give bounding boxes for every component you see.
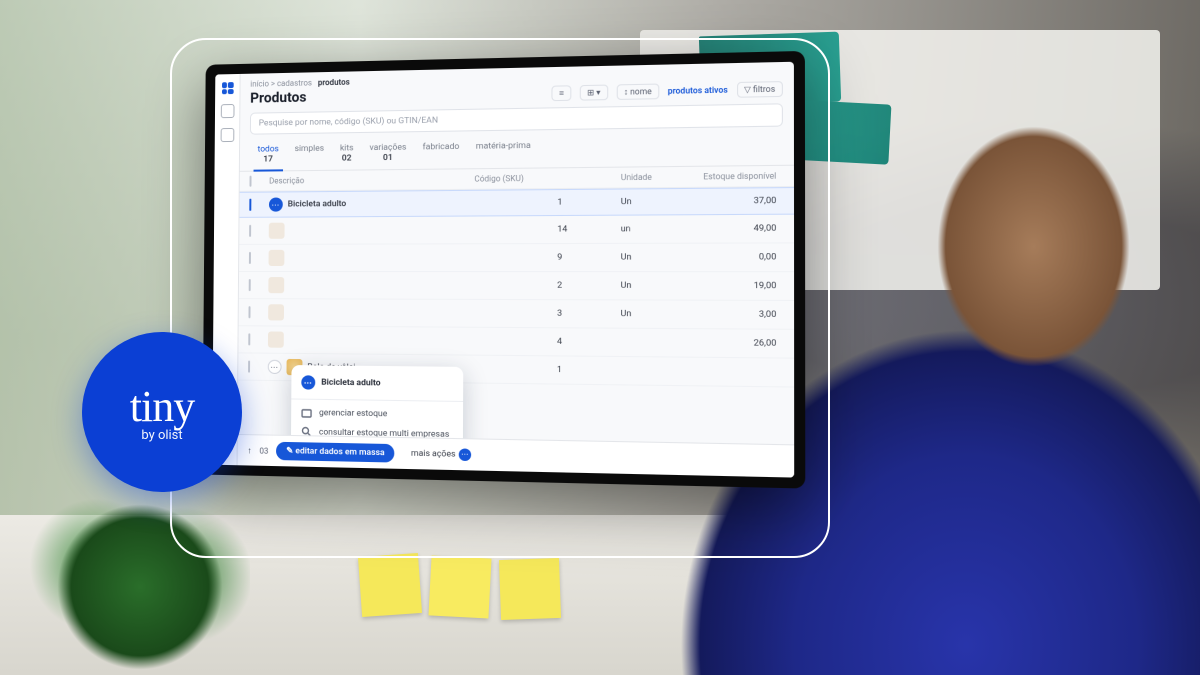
tab-label: variações [370, 142, 407, 153]
cell-qty: 3 [557, 309, 620, 320]
sort-label: nome [630, 86, 652, 96]
tab-label: matéria-prima [476, 141, 531, 152]
row-checkbox[interactable] [248, 333, 250, 345]
sidebar-item[interactable] [220, 104, 234, 118]
table-row[interactable]: ⋯ Bicicleta adulto 1 Un 37,00 [239, 187, 794, 218]
brand-name: tiny [130, 381, 194, 432]
sticky-note [428, 555, 491, 618]
row-checkbox[interactable] [248, 361, 250, 373]
breadcrumb-current: produtos [318, 78, 350, 88]
sort-button[interactable]: ↕ nome [616, 83, 659, 99]
app-screen: início > cadastros produtos Produtos ≡ ⊞… [212, 62, 794, 478]
status-filter-link[interactable]: produtos ativos [668, 85, 728, 96]
table-row[interactable]: 14 un 49,00 [239, 215, 794, 245]
tab-count: 17 [258, 154, 279, 164]
cell-unit: Un [621, 196, 696, 207]
table-row[interactable]: 9 Un 0,00 [239, 243, 794, 272]
product-table: ⋯ Bicicleta adulto 1 Un 37,00 14 un [238, 187, 794, 444]
cell-stock: 0,00 [696, 252, 783, 263]
product-thumb [269, 223, 285, 239]
cell-sku [474, 203, 557, 204]
cell-unit: Un [621, 281, 696, 292]
cell-qty: 1 [557, 365, 621, 376]
grid-toggle[interactable]: ⊞ ▾ [580, 84, 608, 100]
cell-qty: 1 [557, 197, 620, 208]
cell-qty: 4 [557, 337, 621, 348]
breadcrumb-section[interactable]: cadastros [277, 78, 312, 88]
cell-unit [620, 342, 695, 343]
col-stock[interactable]: Estoque disponível [696, 171, 783, 181]
table-row[interactable]: 3 Un 3,00 [239, 299, 794, 330]
selection-indicator: ↑ [247, 445, 251, 456]
select-all-checkbox[interactable] [249, 176, 251, 187]
brand-logo-badge: tiny by olist [82, 332, 242, 492]
product-name: Bicicleta adulto [288, 199, 347, 210]
row-checkbox[interactable] [248, 306, 250, 318]
context-menu-title: Bicicleta adulto [321, 378, 380, 389]
cell-stock: 49,00 [696, 223, 783, 234]
tab-fabricado[interactable]: fabricado [414, 138, 467, 169]
tab-variacoes[interactable]: variações 01 [361, 138, 414, 169]
row-actions-button[interactable]: ⋯ [269, 197, 283, 211]
sticky-note [358, 553, 422, 617]
row-context-menu: ⋯ Bicicleta adulto gerenciar estoque con… [290, 365, 463, 444]
bulk-edit-button[interactable]: ✎ editar dados em massa [276, 442, 395, 463]
row-checkbox[interactable] [249, 225, 251, 237]
row-actions-button[interactable]: ⋯ [268, 360, 282, 374]
col-sku[interactable]: Código (SKU) [474, 174, 557, 184]
sticky-note [499, 558, 561, 620]
tab-todos[interactable]: todos 17 [250, 140, 287, 171]
row-checkbox[interactable] [249, 279, 251, 291]
cell-stock: 26,00 [696, 338, 783, 349]
tab-kits[interactable]: kits 02 [332, 139, 362, 170]
ctx-label: gerenciar estoque [319, 408, 387, 419]
cell-qty: 2 [557, 280, 620, 291]
search-placeholder: Pesquise por nome, código (SKU) ou GTIN/… [259, 115, 438, 128]
more-icon: ⋯ [459, 448, 471, 461]
tab-materia-prima[interactable]: matéria-prima [467, 136, 539, 168]
row-checkbox[interactable] [249, 199, 251, 211]
more-actions-label: mais ações [411, 449, 456, 460]
view-toggle[interactable]: ≡ [552, 85, 572, 101]
cell-stock: 3,00 [696, 309, 783, 320]
app-logo-icon[interactable] [221, 82, 233, 94]
cell-unit: Un [621, 252, 696, 263]
tab-label: simples [295, 144, 324, 154]
cell-unit: un [621, 224, 696, 235]
cell-stock: 19,00 [696, 281, 783, 292]
product-thumb [268, 304, 284, 320]
box-icon [301, 407, 312, 418]
product-thumb [268, 331, 284, 347]
cell-unit: Un [621, 309, 696, 320]
product-thumb [268, 277, 284, 293]
cell-qty: 9 [557, 252, 620, 263]
product-thumb [269, 250, 285, 266]
row-checkbox[interactable] [249, 252, 251, 264]
tab-count: 02 [340, 153, 354, 163]
more-actions-button[interactable]: mais ações ⋯ [403, 443, 480, 465]
sidebar-item[interactable] [220, 128, 234, 142]
page-title: Produtos [250, 90, 306, 107]
tab-simples[interactable]: simples [287, 139, 332, 170]
filters-button[interactable]: ▽ filtros [737, 81, 783, 98]
filters-label: filtros [753, 84, 775, 94]
bulk-edit-label: editar dados em massa [295, 446, 384, 458]
cell-qty: 14 [557, 224, 620, 235]
tab-label: fabricado [423, 142, 460, 153]
col-desc[interactable]: Descrição [269, 174, 474, 185]
breadcrumb-home[interactable]: início [250, 79, 269, 88]
col-qty [557, 173, 620, 183]
cell-stock: 37,00 [696, 196, 783, 207]
selection-count: 03 [259, 446, 268, 455]
context-header-icon: ⋯ [301, 375, 315, 389]
col-unit[interactable]: Unidade [621, 172, 696, 182]
table-row[interactable]: 2 Un 19,00 [239, 272, 794, 301]
brand-byline: by olist [141, 428, 182, 443]
tab-label: kits [340, 143, 354, 153]
monitor-frame: início > cadastros produtos Produtos ≡ ⊞… [202, 51, 805, 489]
tab-label: todos [258, 144, 279, 154]
tab-count: 01 [369, 153, 406, 164]
